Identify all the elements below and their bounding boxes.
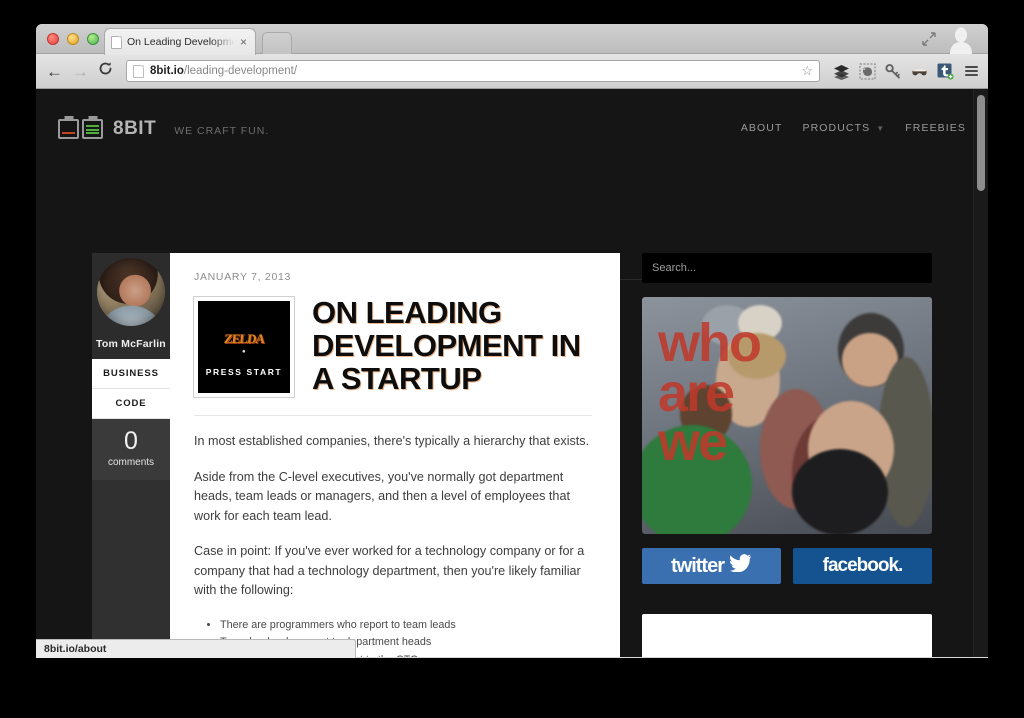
new-tab-button[interactable] xyxy=(262,32,292,54)
comments-label: comments xyxy=(107,457,155,468)
who-line-2: are xyxy=(658,362,735,423)
site-header: 8BIT WE CRAFT FUN. ABOUT PRODUCTS ▼ FREE… xyxy=(36,89,988,194)
post-paragraph: In most established companies, there's t… xyxy=(194,434,590,448)
page-viewport: 8BIT WE CRAFT FUN. ABOUT PRODUCTS ▼ FREE… xyxy=(36,89,988,657)
nav-item-products[interactable]: PRODUCTS ▼ xyxy=(803,122,886,134)
chrome-menu-icon[interactable] xyxy=(963,66,978,76)
reload-button[interactable] xyxy=(98,61,113,81)
brand-tagline: WE CRAFT FUN. xyxy=(174,125,270,137)
sidebar-widget-panel[interactable] xyxy=(642,614,932,657)
twitter-button[interactable]: twitter xyxy=(642,548,781,584)
url-path: /leading-development/ xyxy=(183,65,298,77)
twitter-bird-icon xyxy=(729,554,752,578)
search-placeholder: Search... xyxy=(652,262,697,274)
twitter-label: twitter xyxy=(671,554,725,577)
tumblr-icon[interactable] xyxy=(937,63,954,80)
who-line-3: we xyxy=(658,412,728,473)
facebook-button[interactable]: facebook. xyxy=(793,548,932,584)
site-navigation: ABOUT PRODUCTS ▼ FREEBIES xyxy=(741,122,966,134)
bookmark-star-icon[interactable]: ☆ xyxy=(801,63,813,79)
buffer-icon[interactable] xyxy=(833,63,850,80)
site-brand[interactable]: 8BIT WE CRAFT FUN. xyxy=(58,118,269,140)
chevron-down-icon: ▼ xyxy=(876,123,886,133)
zoom-window-button[interactable] xyxy=(87,33,99,45)
search-input[interactable]: Search... xyxy=(642,253,932,283)
post-body: In most established companies, there's t… xyxy=(194,416,592,657)
url-domain: 8bit.io xyxy=(150,65,184,77)
post-paragraph: Case in point: If you've ever worked for… xyxy=(194,544,585,598)
browser-tab-active[interactable]: On Leading Development in × xyxy=(104,28,256,55)
tab-close-icon[interactable]: × xyxy=(238,36,249,48)
brand-name: 8BIT xyxy=(113,118,157,139)
author-avatar-wrap xyxy=(92,253,170,331)
who-are-we-banner[interactable]: who are we xyxy=(642,297,932,534)
page-body: Tom McFarlin BUSINESS CODE 0 comments JA… xyxy=(36,253,988,657)
who-are-we-text: who are we xyxy=(658,313,762,473)
extension-icons xyxy=(833,63,978,80)
post-container: Tom McFarlin BUSINESS CODE 0 comments JA… xyxy=(92,253,620,657)
8bit-logo-icon xyxy=(58,119,103,139)
window-traffic-lights xyxy=(47,33,99,45)
minimize-window-button[interactable] xyxy=(67,33,79,45)
forward-button[interactable]: → xyxy=(72,63,89,80)
list-item: There are programmers who report to team… xyxy=(220,617,592,634)
close-window-button[interactable] xyxy=(47,33,59,45)
zelda-logo-text: ZELDA xyxy=(223,331,265,346)
browser-window: On Leading Development in × ← → xyxy=(36,24,988,658)
profile-avatar-icon[interactable] xyxy=(948,26,974,54)
page-title: ON LEADING DEVELOPMENT IN A STARTUP xyxy=(312,295,581,396)
sidebar: Search... who are we twitter facebook. xyxy=(642,253,932,657)
nav-label: PRODUCTS xyxy=(802,122,871,134)
tab-favicon-icon xyxy=(111,35,122,49)
category-business[interactable]: BUSINESS xyxy=(92,359,170,389)
comments-count: 0 xyxy=(124,427,138,455)
browser-tab-strip: On Leading Development in × xyxy=(36,24,988,55)
nav-item-freebies[interactable]: FREEBIES xyxy=(905,122,966,134)
article: JANUARY 7, 2013 ZELDA ● PRESS START ON L… xyxy=(170,253,620,657)
avatar xyxy=(97,258,165,326)
page-favicon-icon xyxy=(133,64,144,78)
post-date: JANUARY 7, 2013 xyxy=(194,271,292,283)
facebook-label: facebook. xyxy=(822,555,904,576)
fullscreen-expand-icon[interactable] xyxy=(922,32,936,46)
tab-title: On Leading Development in xyxy=(127,36,238,48)
status-url: 8bit.io/about xyxy=(44,643,107,655)
address-bar-url: 8bit.io/leading-development/ xyxy=(150,65,297,77)
author-name: Tom McFarlin xyxy=(92,331,170,359)
back-button[interactable]: ← xyxy=(46,63,63,80)
onepassword-key-icon[interactable] xyxy=(885,63,902,80)
nav-item-about[interactable]: ABOUT xyxy=(741,122,783,134)
scrollbar-thumb[interactable] xyxy=(977,95,985,191)
category-code[interactable]: CODE xyxy=(92,389,170,419)
post-header: ZELDA ● PRESS START ON LEADING DEVELOPME… xyxy=(194,295,592,397)
evernote-icon[interactable] xyxy=(859,63,876,80)
social-buttons: twitter facebook. xyxy=(642,548,932,584)
press-start-text: PRESS START xyxy=(205,367,283,377)
zelda-sub-text: ● xyxy=(241,349,247,355)
nav-label: FREEBIES xyxy=(905,122,966,134)
status-bar: 8bit.io/about xyxy=(36,639,356,658)
post-paragraph: Aside from the C-level executives, you'v… xyxy=(194,469,570,523)
nav-label: ABOUT xyxy=(740,122,783,134)
incognito-mask-icon[interactable] xyxy=(911,63,928,80)
address-bar[interactable]: 8bit.io/leading-development/ ☆ xyxy=(126,60,820,82)
who-line-1: who xyxy=(658,313,762,373)
post-meta-rail: Tom McFarlin BUSINESS CODE 0 comments xyxy=(92,253,170,657)
comments-count-box[interactable]: 0 comments xyxy=(92,419,170,480)
post-thumbnail[interactable]: ZELDA ● PRESS START xyxy=(194,297,294,397)
page-scrollbar[interactable] xyxy=(973,89,988,657)
browser-toolbar: ← → 8bit.io/leading-development/ ☆ xyxy=(36,54,988,89)
